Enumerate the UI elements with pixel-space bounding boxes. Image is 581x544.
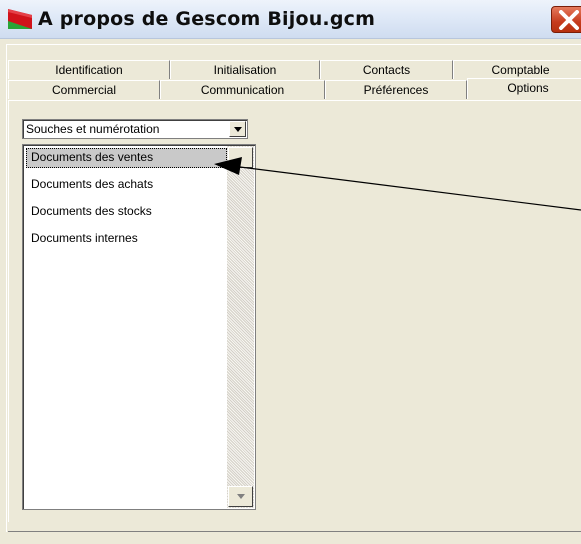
bottom-divider bbox=[8, 531, 581, 532]
annotation-arrow bbox=[214, 157, 581, 211]
